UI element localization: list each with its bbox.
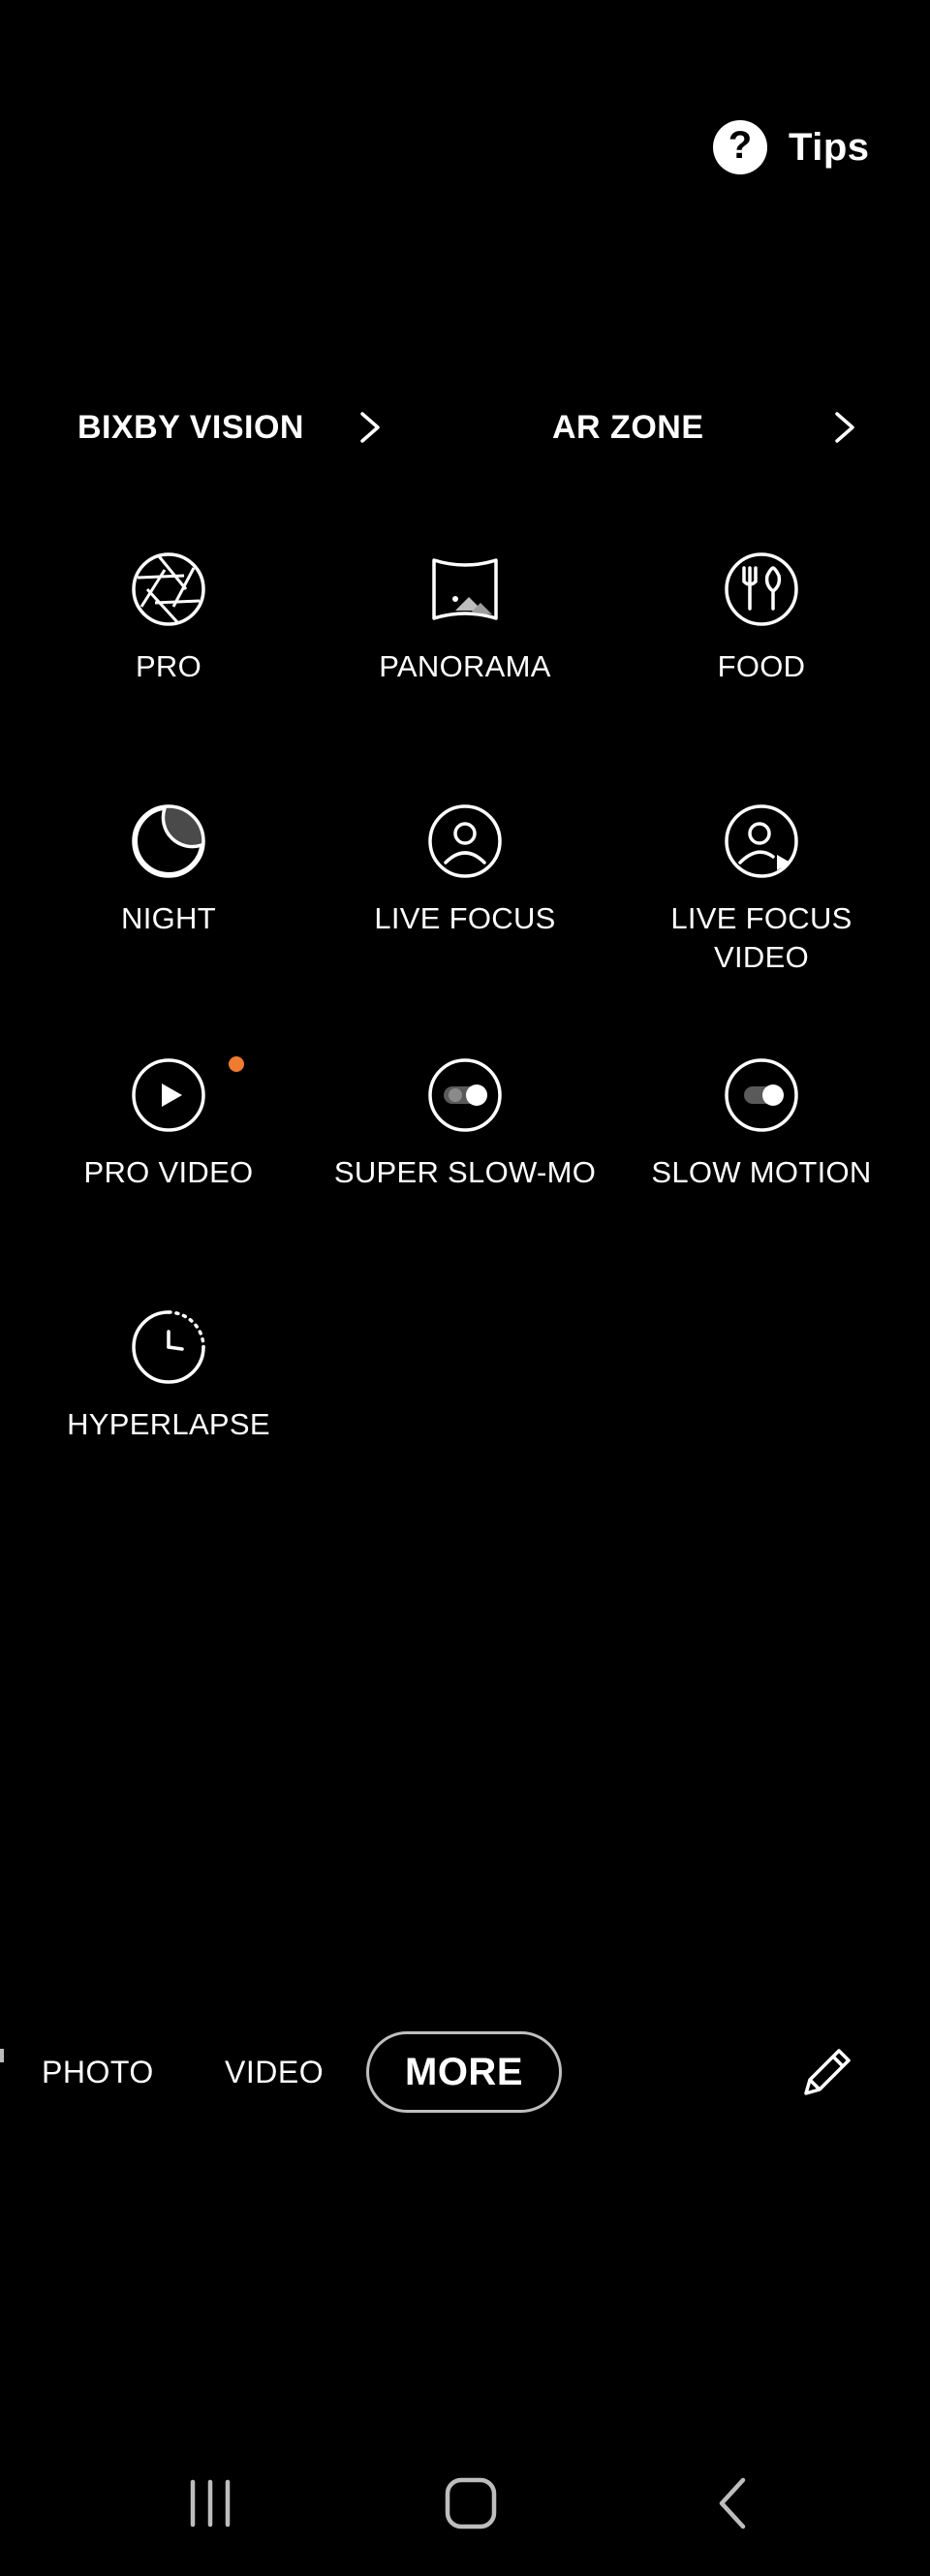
mode-super-slow-mo[interactable]: SUPER SLOW-MO	[320, 1056, 610, 1192]
food-icon	[725, 552, 798, 626]
help-icon: ?	[713, 120, 767, 174]
new-badge	[229, 1056, 244, 1072]
mode-label: PANORAMA	[379, 649, 551, 683]
toggle-icon	[725, 1058, 798, 1132]
mode-label: SUPER SLOW-MO	[333, 1155, 597, 1189]
home-button[interactable]	[427, 2469, 514, 2537]
mode-label: PRO	[135, 649, 202, 683]
toggle-icon	[428, 1058, 502, 1132]
mode-live-focus[interactable]: LIVE FOCUS	[320, 802, 610, 938]
ar-zone-link[interactable]: AR ZONE	[552, 393, 862, 461]
tab-photo[interactable]: PHOTO	[42, 2055, 154, 2090]
mode-hyperlapse[interactable]: HYPERLAPSE	[23, 1308, 314, 1444]
recents-icon	[190, 2479, 231, 2528]
mode-pro-video[interactable]: PRO VIDEO	[23, 1056, 314, 1192]
mode-label: LIVE FOCUS VIDEO	[670, 901, 852, 974]
tab-overflow-indicator	[0, 2049, 4, 2062]
person-icon	[428, 804, 502, 878]
pencil-icon	[804, 2049, 851, 2095]
timer-icon	[132, 1310, 205, 1384]
panorama-icon	[432, 558, 498, 620]
mode-night[interactable]: NIGHT	[23, 802, 314, 938]
bixby-vision-link[interactable]: BIXBY VISION	[78, 393, 388, 461]
mode-label: SLOW MOTION	[651, 1155, 872, 1189]
bixby-vision-label: BIXBY VISION	[78, 408, 304, 446]
tab-more[interactable]: MORE	[366, 2031, 562, 2113]
mode-pro[interactable]: PRO	[23, 550, 314, 686]
mode-panorama[interactable]: PANORAMA	[320, 550, 610, 686]
chevron-right-icon	[360, 412, 380, 443]
mode-live-focus-video[interactable]: LIVE FOCUS VIDEO	[616, 802, 907, 977]
tab-video[interactable]: VIDEO	[225, 2055, 324, 2090]
mode-label: LIVE FOCUS	[374, 901, 556, 935]
mode-label: HYPERLAPSE	[67, 1407, 270, 1441]
night-moon-icon	[132, 804, 205, 878]
tips-button[interactable]: ? Tips	[713, 116, 887, 178]
mode-food[interactable]: FOOD	[616, 550, 907, 686]
mode-label: NIGHT	[121, 901, 216, 935]
mode-label: FOOD	[717, 649, 806, 683]
person-play-icon	[725, 804, 798, 878]
play-icon	[132, 1058, 205, 1132]
ar-zone-label: AR ZONE	[552, 408, 704, 446]
tips-label: Tips	[789, 125, 870, 169]
aperture-icon	[132, 552, 205, 626]
mode-label: PRO VIDEO	[83, 1155, 254, 1189]
back-button[interactable]	[690, 2469, 777, 2537]
tab-more-label: MORE	[405, 2050, 523, 2093]
mode-slow-motion[interactable]: SLOW MOTION	[616, 1056, 907, 1192]
back-icon	[719, 2477, 746, 2529]
edit-modes-button[interactable]	[796, 2041, 858, 2103]
chevron-right-icon	[835, 412, 854, 443]
home-icon	[445, 2477, 497, 2529]
recents-button[interactable]	[167, 2469, 254, 2537]
